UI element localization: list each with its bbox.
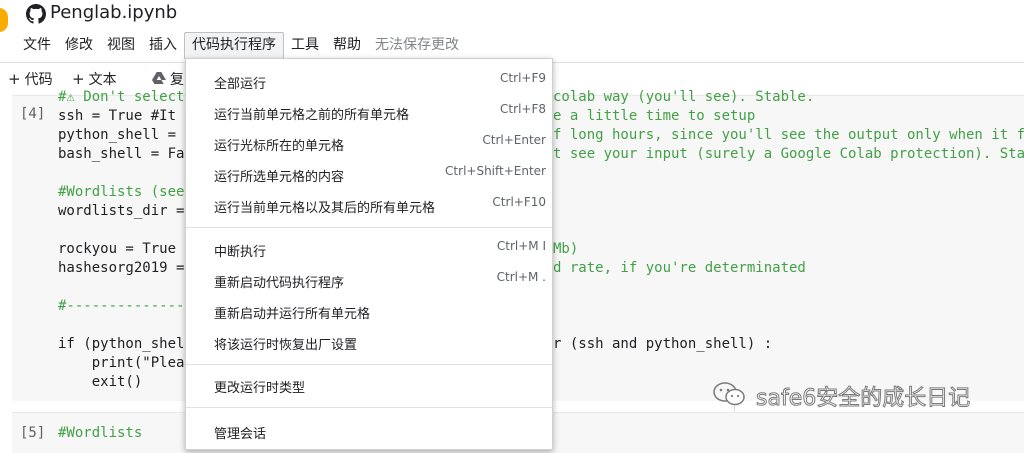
- code-line: ssh = True #It: [58, 108, 177, 124]
- menu-view[interactable]: 视图: [100, 32, 142, 58]
- code-line: print("Plea: [58, 355, 185, 371]
- menu-run-focused[interactable]: 运行光标所在的单元格 Ctrl+Enter: [186, 129, 552, 159]
- code-line: hashesorg2019 =: [58, 260, 185, 276]
- menu-item-label: 运行当前单元格以及其后的所有单元格: [214, 201, 436, 216]
- code-line: #⚠ Don't select: [58, 89, 185, 105]
- menu-insert[interactable]: 插入: [142, 32, 184, 58]
- add-text-label: 文本: [88, 72, 117, 88]
- colab-logo[interactable]: [0, 8, 8, 32]
- header: Penglab.ipynb 文件 修改 视图 插入 代码执行程序 工具 帮助 无…: [0, 0, 1024, 62]
- github-icon: [26, 4, 46, 24]
- menu-item-label: 重新启动代码执行程序: [214, 276, 345, 291]
- watermark-text: safe6安全的成长日记: [755, 386, 971, 412]
- menubar: 文件 修改 视图 插入 代码执行程序 工具 帮助 无法保存更改: [16, 31, 466, 59]
- menu-help[interactable]: 帮助: [326, 32, 368, 58]
- menu-run-selection[interactable]: 运行所选单元格的内容 Ctrl+Shift+Enter: [186, 160, 552, 190]
- code-line-tail: f long hours, since you'll see the outpu…: [553, 127, 1024, 143]
- menu-item-shortcut: Ctrl+Enter: [482, 133, 546, 147]
- runtime-menu: 全部运行 Ctrl+F9 运行当前单元格之前的所有单元格 Ctrl+F8 运行光…: [185, 58, 553, 450]
- execution-count: [4]: [20, 106, 46, 122]
- wechat-icon: [713, 382, 745, 406]
- code-line-tail: colab way (you'll see). Stable.: [553, 89, 815, 105]
- menu-item-label: 将该运行时恢复出厂设置: [214, 338, 358, 353]
- notebook-title[interactable]: Penglab.ipynb: [50, 2, 177, 23]
- menu-interrupt[interactable]: 中断执行 Ctrl+M I: [186, 235, 552, 265]
- copy-to-drive-button[interactable]: 复: [152, 69, 184, 89]
- add-code-button[interactable]: + 代码: [8, 69, 53, 89]
- menu-item-shortcut: Ctrl+F10: [492, 195, 546, 209]
- menu-item-label: 全部运行: [214, 77, 267, 92]
- menu-item-label: 更改运行时类型: [214, 381, 306, 396]
- menu-divider: [186, 227, 552, 228]
- menu-restart-run-all[interactable]: 重新启动并运行所有单元格: [186, 297, 552, 327]
- menu-run-after[interactable]: 运行当前单元格以及其后的所有单元格 Ctrl+F10: [186, 191, 552, 221]
- menu-divider: [186, 364, 552, 365]
- code-line: python_shell =: [58, 127, 177, 143]
- add-text-button[interactable]: + 文本: [72, 69, 117, 89]
- menu-run-before[interactable]: 运行当前单元格之前的所有单元格 Ctrl+F8: [186, 98, 552, 128]
- code-line: bash_shell = Fa: [58, 146, 185, 162]
- menu-item-shortcut: Ctrl+F9: [500, 71, 546, 85]
- menu-manage-sessions[interactable]: 管理会话: [186, 417, 552, 447]
- menu-item-label: 运行所选单元格的内容: [214, 170, 345, 185]
- save-status: 无法保存更改: [375, 37, 459, 53]
- menu-restart[interactable]: 重新启动代码执行程序 Ctrl+M .: [186, 266, 552, 296]
- plus-icon: +: [72, 70, 85, 88]
- drive-icon: [152, 72, 166, 84]
- code-line: #Wordlists (see: [58, 184, 185, 200]
- watermark: safe6安全的成长日记: [712, 378, 1012, 414]
- menu-item-label: 运行光标所在的单元格: [214, 139, 345, 154]
- code-line: exit(): [58, 374, 143, 390]
- menu-item-label: 重新启动并运行所有单元格: [214, 307, 371, 322]
- menu-item-label: 中断执行: [214, 245, 267, 260]
- menu-divider: [186, 407, 552, 408]
- menu-item-shortcut: Ctrl+F8: [500, 102, 546, 116]
- code-line-tail: e a little time to setup: [553, 108, 756, 124]
- menu-run-all[interactable]: 全部运行 Ctrl+F9: [186, 67, 552, 97]
- add-code-label: 代码: [24, 72, 53, 88]
- code-line: #--------------: [58, 298, 185, 314]
- menu-item-shortcut: Ctrl+M .: [496, 270, 546, 284]
- code-line-tail: t see your input (surely a Google Colab …: [553, 146, 1024, 162]
- code-line-tail: d rate, if you're determinated: [553, 260, 806, 276]
- copy-to-drive-label: 复: [170, 72, 184, 88]
- execution-count: [5]: [20, 425, 46, 441]
- menu-change-runtime-type[interactable]: 更改运行时类型: [186, 371, 552, 401]
- code-line: rockyou = True: [58, 241, 177, 257]
- code-line-tail: Mb): [553, 241, 579, 257]
- menu-runtime[interactable]: 代码执行程序: [184, 31, 284, 59]
- code-line: wordlists_dir =: [58, 203, 185, 219]
- menu-tools[interactable]: 工具: [284, 32, 326, 58]
- code-line: if (python_shel: [58, 336, 185, 352]
- menu-item-shortcut: Ctrl+Shift+Enter: [445, 164, 546, 178]
- menu-edit[interactable]: 修改: [58, 32, 100, 58]
- menu-file[interactable]: 文件: [16, 32, 58, 58]
- code-line: #Wordlists: [58, 425, 143, 441]
- plus-icon: +: [8, 70, 21, 88]
- menu-factory-reset[interactable]: 将该运行时恢复出厂设置: [186, 328, 552, 358]
- menu-item-label: 管理会话: [214, 427, 267, 442]
- menu-item-shortcut: Ctrl+M I: [496, 239, 546, 253]
- code-line-tail: r (ssh and python_shell) :: [553, 336, 773, 352]
- menu-item-label: 运行当前单元格之前的所有单元格: [214, 108, 410, 123]
